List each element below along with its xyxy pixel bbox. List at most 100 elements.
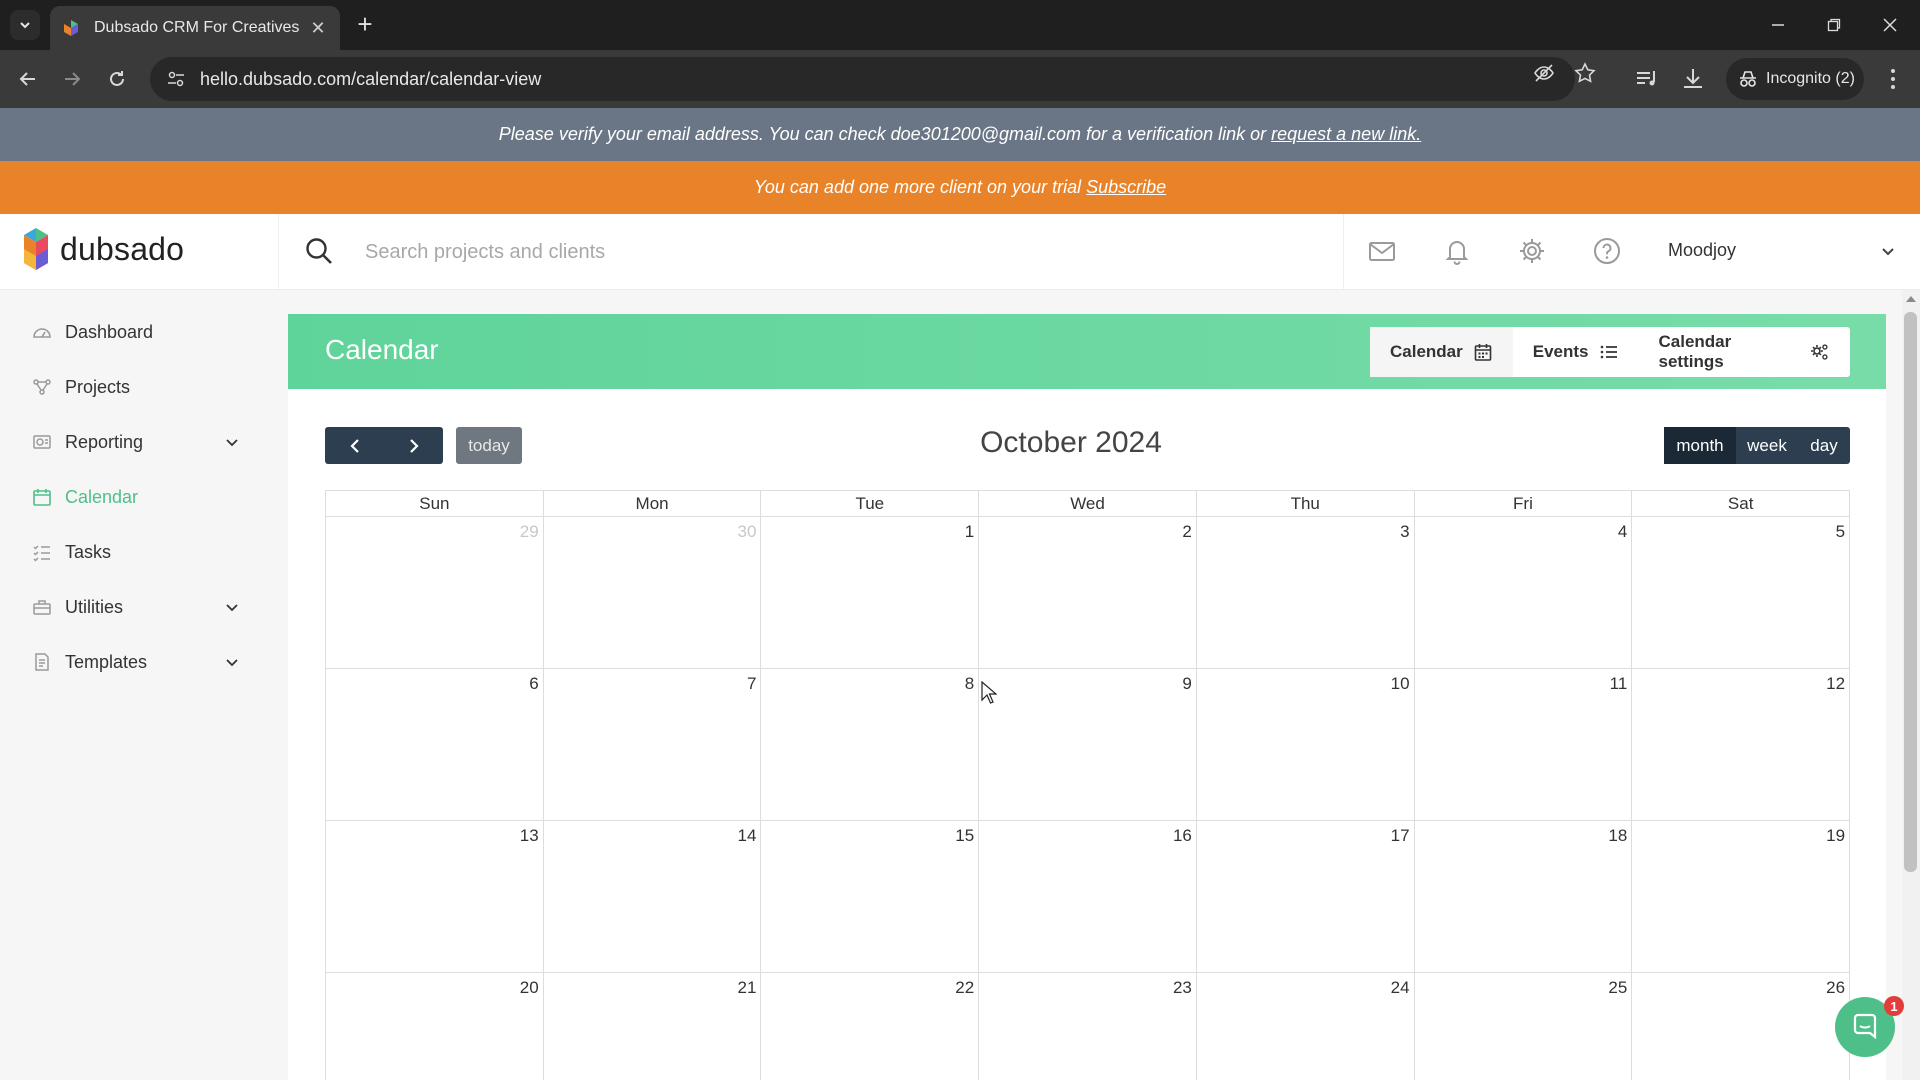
day-cell[interactable]: 18 — [1413, 821, 1632, 972]
day-cell[interactable]: 21 — [542, 973, 761, 1080]
day-cell[interactable]: 17 — [1195, 821, 1414, 972]
more-vert-icon[interactable] — [1880, 66, 1906, 92]
day-cell[interactable]: 5 — [1631, 517, 1849, 668]
tab-calendar-settings[interactable]: Calendar settings — [1639, 327, 1851, 377]
arrow-right-icon — [65, 72, 81, 86]
weekday-header: Sun — [419, 494, 450, 513]
incognito-indicator[interactable]: Incognito (2) — [1726, 58, 1864, 100]
incognito-icon — [1740, 71, 1756, 87]
sidebar-item-tasks[interactable]: Tasks — [0, 532, 268, 572]
weekday-header: Sat — [1631, 491, 1849, 516]
day-cell[interactable]: 13 — [326, 821, 543, 972]
incognito-label: Incognito (2) — [1766, 70, 1855, 87]
day-cell[interactable]: 20 — [326, 973, 543, 1080]
sidebar: Dashboard Projects Reporting Calendar Ta… — [0, 290, 268, 1080]
weekday-header: Mon — [542, 491, 761, 516]
search-input[interactable] — [365, 234, 1325, 270]
chevron-down-icon — [226, 439, 238, 447]
gear-icon[interactable] — [1517, 236, 1547, 266]
sidebar-item-label: Templates — [65, 651, 148, 672]
new-tab-button[interactable]: + — [352, 11, 378, 38]
list-icon — [1600, 345, 1617, 359]
sidebar-item-label: Reporting — [65, 431, 144, 452]
day-cell[interactable]: 24 — [1195, 973, 1414, 1080]
subscribe-link[interactable]: Subscribe — [1086, 177, 1166, 198]
day-cell[interactable]: 4 — [1413, 517, 1632, 668]
site-info-icon[interactable] — [156, 57, 196, 101]
day-cell[interactable]: 3 — [1195, 517, 1414, 668]
sidebar-item-projects[interactable]: Projects — [0, 367, 268, 407]
restore-button[interactable] — [1806, 0, 1862, 50]
view-month-button[interactable]: month — [1664, 427, 1736, 464]
dashboard-icon — [33, 328, 51, 338]
day-cell[interactable]: 8 — [760, 669, 978, 820]
calendar-panel: Calendar Calendar Events Calendar settin… — [288, 314, 1886, 1080]
tab-events[interactable]: Events — [1513, 327, 1639, 377]
day-cell[interactable]: 25 — [1413, 973, 1632, 1080]
close-tab-icon[interactable]: ✕ — [308, 18, 328, 38]
calendar-header: Calendar Calendar Events Calendar settin… — [288, 314, 1886, 389]
weekday-header: Fri — [1413, 491, 1632, 516]
day-cell[interactable]: 30 — [542, 517, 761, 668]
day-cell[interactable]: 14 — [542, 821, 761, 972]
star-icon[interactable] — [1574, 62, 1596, 84]
view-week-button[interactable]: week — [1736, 427, 1798, 464]
sidebar-item-label: Tasks — [65, 541, 112, 562]
back-button[interactable] — [12, 63, 44, 95]
sidebar-item-templates[interactable]: Templates — [0, 642, 268, 682]
sidebar-item-calendar[interactable]: Calendar — [0, 477, 268, 517]
chevron-down-icon — [226, 659, 238, 667]
header-divider — [278, 214, 279, 290]
help-icon[interactable] — [1592, 236, 1622, 266]
day-cell[interactable]: 23 — [978, 973, 1196, 1080]
trial-banner: You can add one more client on your tria… — [0, 161, 1920, 214]
day-cell[interactable]: 22 — [760, 973, 978, 1080]
address-bar[interactable]: hello.dubsado.com/calendar/calendar-view — [150, 57, 1575, 101]
day-cell[interactable]: 7 — [542, 669, 761, 820]
browser-tab[interactable]: Dubsado CRM For Creatives ✕ — [50, 6, 340, 50]
month-grid: Sun Mon Tue Wed Thu Fri Sat 29 30 1 2 3 … — [325, 490, 1850, 1080]
request-new-link[interactable]: request a new link. — [1271, 124, 1421, 145]
search-icon[interactable] — [304, 236, 334, 266]
tab-calendar[interactable]: Calendar — [1370, 327, 1513, 377]
forward-button[interactable] — [56, 63, 88, 95]
dubsado-favicon-icon — [64, 20, 78, 36]
day-cell[interactable]: 6 — [326, 669, 543, 820]
scroll-up-arrow-icon[interactable] — [1906, 296, 1916, 302]
eye-off-icon[interactable] — [1533, 62, 1555, 84]
day-cell[interactable]: 26 — [1631, 973, 1849, 1080]
scrollbar-thumb[interactable] — [1904, 312, 1917, 872]
day-cell[interactable]: 16 — [978, 821, 1196, 972]
day-cell[interactable]: 1 — [760, 517, 978, 668]
dubsado-logo[interactable]: dubsado — [22, 226, 184, 272]
day-cell[interactable]: 2 — [978, 517, 1196, 668]
sidebar-item-dashboard[interactable]: Dashboard — [0, 312, 268, 352]
minimize-button[interactable] — [1750, 0, 1806, 50]
day-cell[interactable]: 11 — [1413, 669, 1632, 820]
download-icon[interactable] — [1680, 66, 1706, 92]
day-cell[interactable]: 29 — [326, 517, 543, 668]
day-cell[interactable]: 9 — [978, 669, 1196, 820]
close-window-button[interactable] — [1862, 0, 1918, 50]
sidebar-item-reporting[interactable]: Reporting — [0, 422, 268, 462]
media-queue-icon[interactable] — [1634, 66, 1660, 92]
user-menu-name[interactable]: Moodjoy — [1668, 240, 1736, 261]
bell-icon[interactable] — [1442, 236, 1472, 266]
restore-icon — [1827, 18, 1841, 32]
day-cell[interactable]: 12 — [1631, 669, 1849, 820]
trial-text: You can add one more client on your tria… — [753, 177, 1082, 197]
reload-button[interactable] — [101, 63, 133, 95]
chevron-down-icon — [226, 604, 238, 612]
day-cell[interactable]: 10 — [1195, 669, 1414, 820]
minimize-icon — [1772, 24, 1784, 26]
weekday-header: Tue — [760, 491, 978, 516]
day-cell[interactable]: 19 — [1631, 821, 1849, 972]
tab-list-button[interactable] — [10, 10, 40, 40]
mail-icon[interactable] — [1367, 236, 1397, 266]
sidebar-item-utilities[interactable]: Utilities — [0, 587, 268, 627]
week-row: 6 7 8 9 10 11 12 — [325, 668, 1850, 820]
day-cell[interactable]: 15 — [760, 821, 978, 972]
view-day-button[interactable]: day — [1798, 427, 1850, 464]
dubsado-logo-icon — [24, 228, 48, 270]
chevron-down-icon[interactable] — [1878, 242, 1898, 262]
